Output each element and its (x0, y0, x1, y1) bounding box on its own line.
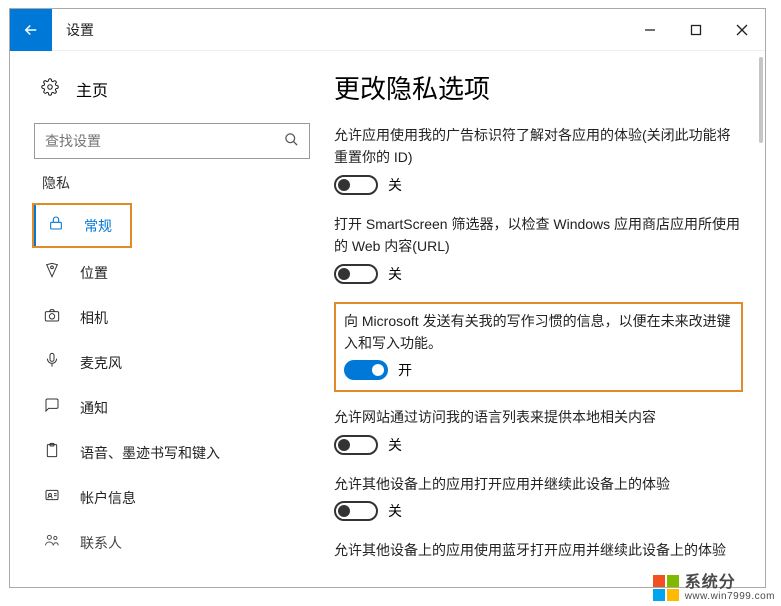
setting-typing-highlighted: 向 Microsoft 发送有关我的写作习惯的信息，以便在未来改进键入和写入功能… (334, 302, 743, 393)
toggle-state-label: 关 (388, 264, 402, 284)
setting-language-list: 允许网站通过访问我的语言列表来提供本地相关内容 关 (334, 406, 743, 454)
sidebar-item-account-info[interactable]: 帐户信息 (28, 475, 320, 520)
scrollbar-thumb[interactable] (759, 57, 763, 143)
toggle-adid[interactable] (334, 175, 378, 195)
sidebar-item-label: 位置 (80, 263, 108, 283)
sidebar-item-camera[interactable]: 相机 (28, 295, 320, 340)
toggle-smartscreen[interactable] (334, 264, 378, 284)
toggle-typing[interactable] (344, 360, 388, 380)
toggle-cross-device[interactable] (334, 501, 378, 521)
minimize-button[interactable] (627, 9, 673, 51)
window-controls (627, 9, 765, 51)
sidebar-item-label: 联系人 (80, 533, 122, 553)
sidebar-item-label: 语音、墨迹书写和键入 (80, 443, 220, 463)
setting-desc: 允许应用使用我的广告标识符了解对各应用的体验(关闭此功能将重置你的 ID) (334, 124, 743, 169)
account-icon (42, 487, 62, 508)
contacts-icon (42, 532, 62, 553)
location-icon (42, 262, 62, 283)
main-panel: 更改隐私选项 允许应用使用我的广告标识符了解对各应用的体验(关闭此功能将重置你的… (330, 51, 765, 587)
toggle-state-label: 关 (388, 175, 402, 195)
window-title: 设置 (66, 20, 94, 40)
setting-desc: 打开 SmartScreen 筛选器，以检查 Windows 应用商店应用所使用… (334, 213, 743, 258)
setting-desc: 允许其他设备上的应用打开应用并继续此设备上的体验 (334, 473, 743, 495)
sidebar-item-contacts[interactable]: 联系人 (28, 520, 320, 565)
clipboard-icon (42, 442, 62, 463)
setting-cross-device: 允许其他设备上的应用打开应用并继续此设备上的体验 关 (334, 473, 743, 521)
notification-icon (42, 397, 62, 418)
sidebar-group-label: 隐私 (42, 173, 320, 193)
sidebar-item-general[interactable]: 常规 (32, 203, 132, 248)
sidebar-item-speech-ink[interactable]: 语音、墨迹书写和键入 (28, 430, 320, 475)
titlebar: 设置 (10, 9, 765, 51)
watermark-url: www.win7999.com (685, 592, 775, 603)
setting-desc: 向 Microsoft 发送有关我的写作习惯的信息，以便在未来改进键入和写入功能… (344, 310, 733, 355)
gear-icon (40, 78, 60, 101)
close-button[interactable] (719, 9, 765, 51)
toggle-state-label: 关 (388, 435, 402, 455)
search-input[interactable] (45, 133, 284, 149)
sidebar-home[interactable]: 主页 (28, 69, 320, 109)
setting-adid: 允许应用使用我的广告标识符了解对各应用的体验(关闭此功能将重置你的 ID) 关 (334, 124, 743, 195)
toggle-language-list[interactable] (334, 435, 378, 455)
search-icon (284, 132, 299, 151)
lock-icon (46, 215, 66, 236)
microphone-icon (42, 352, 62, 373)
setting-bluetooth-apps: 允许其他设备上的应用使用蓝牙打开应用并继续此设备上的体验 (334, 539, 743, 561)
sidebar-item-location[interactable]: 位置 (28, 250, 320, 295)
maximize-button[interactable] (673, 9, 719, 51)
search-box[interactable] (34, 123, 310, 159)
sidebar: 主页 隐私 常规 (10, 51, 330, 587)
windows-logo-icon (653, 575, 679, 601)
camera-icon (42, 307, 62, 328)
page-heading: 更改隐私选项 (334, 69, 743, 106)
setting-desc: 允许网站通过访问我的语言列表来提供本地相关内容 (334, 406, 743, 428)
sidebar-item-microphone[interactable]: 麦克风 (28, 340, 320, 385)
toggle-state-label: 关 (388, 501, 402, 521)
toggle-state-label: 开 (398, 360, 412, 380)
sidebar-item-label: 帐户信息 (80, 488, 136, 508)
settings-window: 设置 主页 (9, 8, 766, 588)
back-button[interactable] (10, 9, 52, 51)
setting-desc: 允许其他设备上的应用使用蓝牙打开应用并继续此设备上的体验 (334, 539, 743, 561)
sidebar-item-label: 常规 (84, 216, 112, 236)
sidebar-item-label: 相机 (80, 308, 108, 328)
watermark-name: 系统分 (685, 575, 775, 592)
sidebar-item-notifications[interactable]: 通知 (28, 385, 320, 430)
sidebar-home-label: 主页 (76, 77, 108, 101)
setting-smartscreen: 打开 SmartScreen 筛选器，以检查 Windows 应用商店应用所使用… (334, 213, 743, 284)
sidebar-item-label: 麦克风 (80, 353, 122, 373)
sidebar-item-label: 通知 (80, 398, 108, 418)
content-area: 主页 隐私 常规 (10, 51, 765, 587)
